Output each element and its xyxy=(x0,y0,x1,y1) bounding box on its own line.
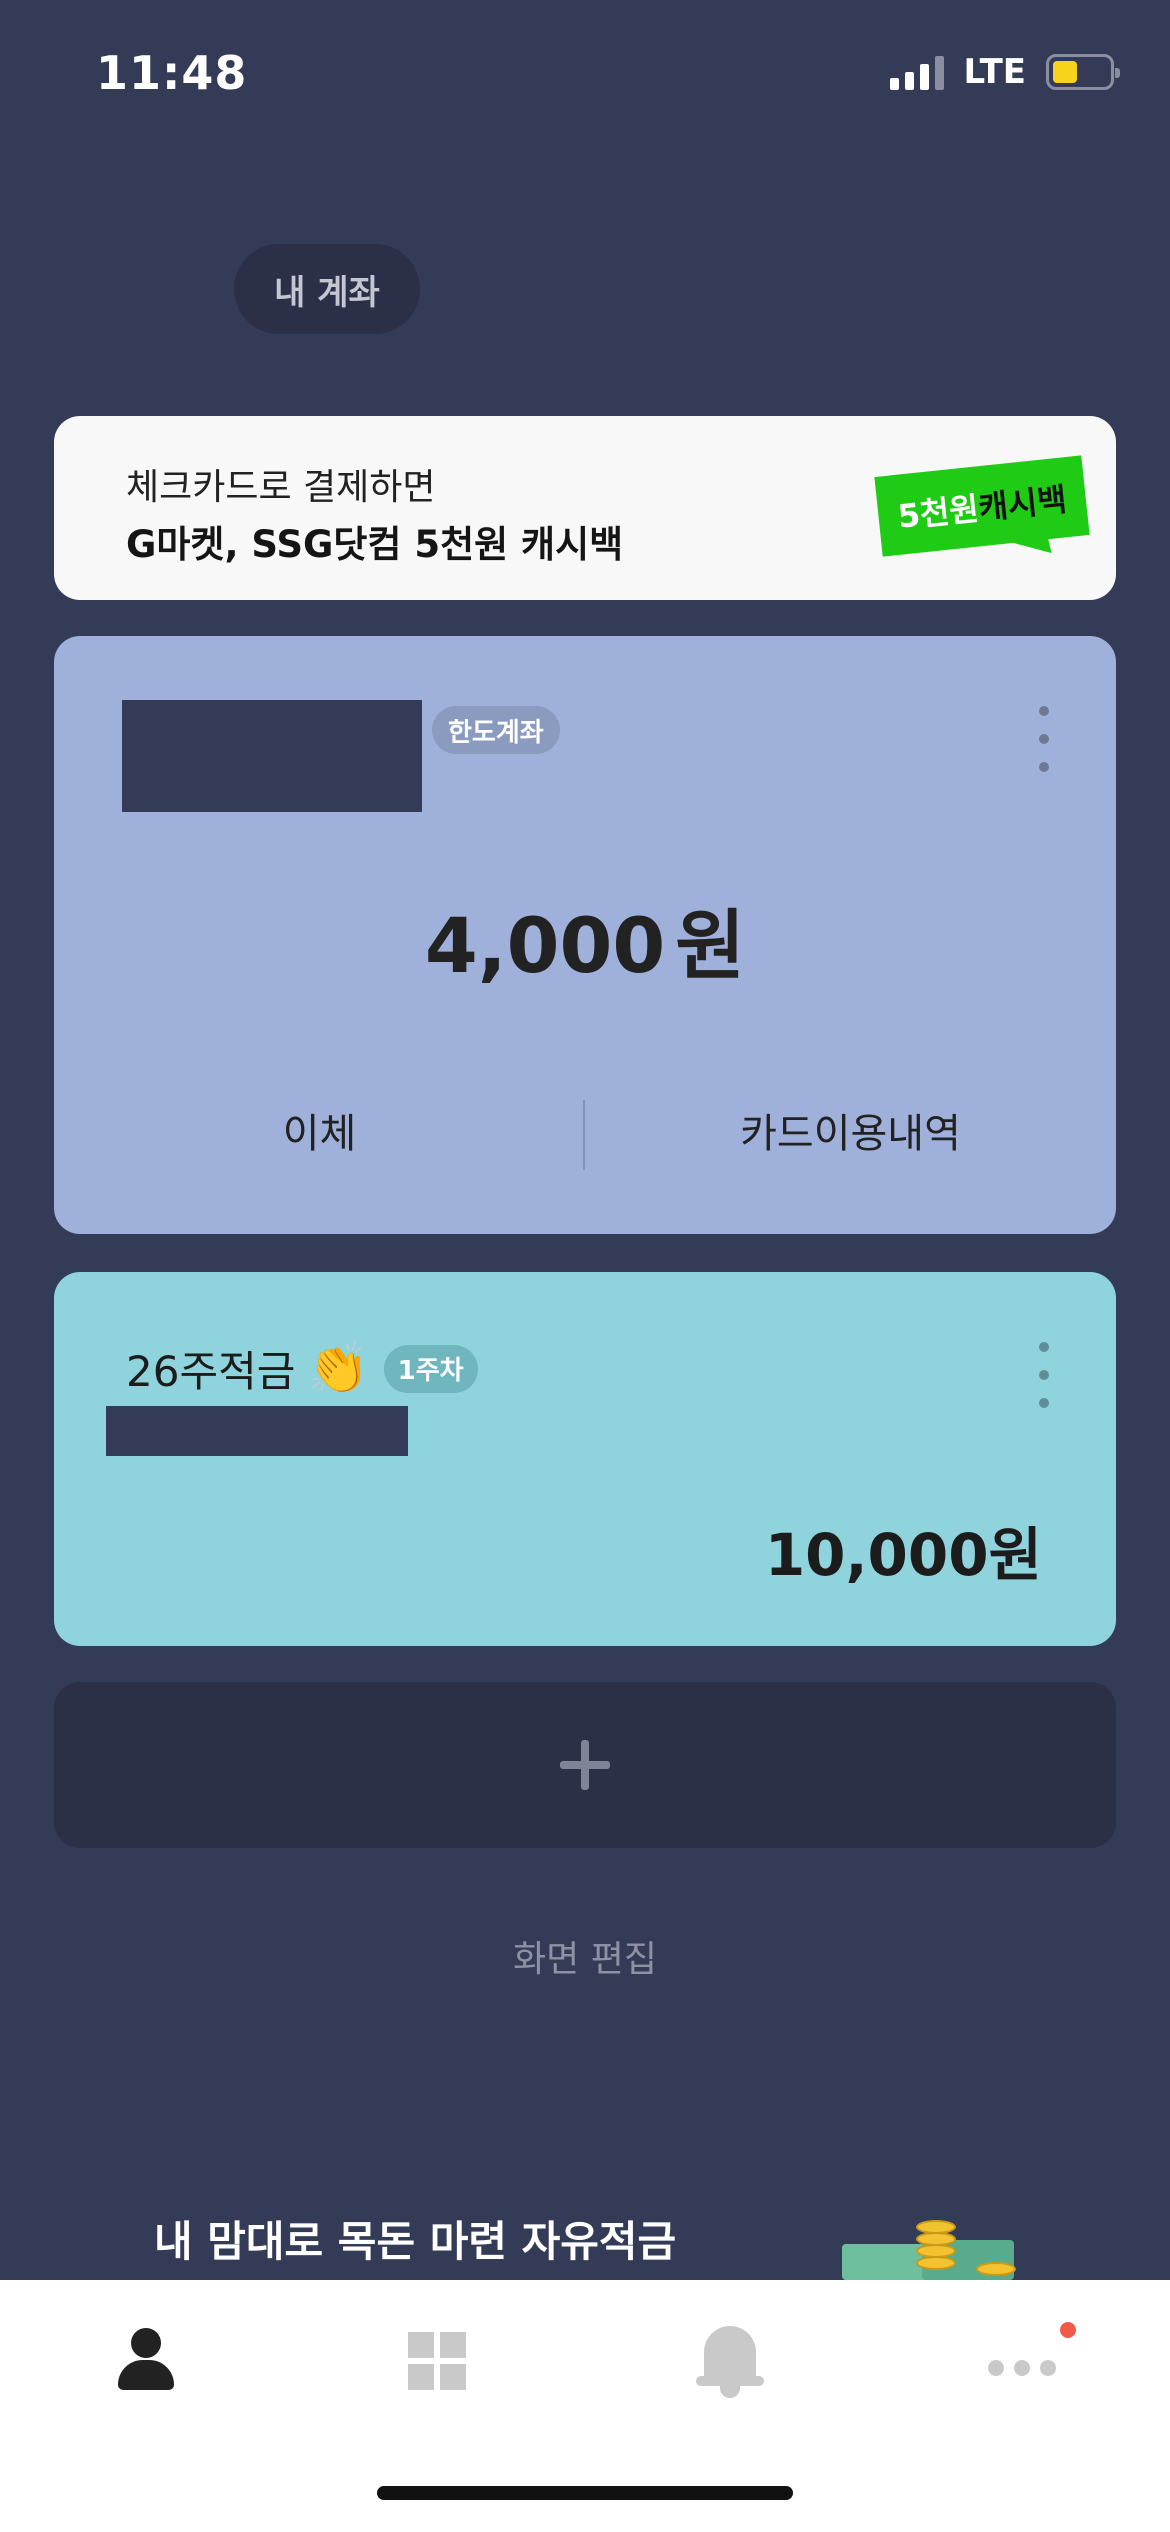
savings-menu-button[interactable] xyxy=(1034,1342,1054,1408)
actions-divider xyxy=(583,1100,585,1170)
money-illustration xyxy=(842,2218,1022,2280)
promo-amount: 5천원 xyxy=(895,489,981,536)
status-indicators: LTE xyxy=(889,52,1120,92)
notification-dot-icon xyxy=(1060,2322,1076,2338)
screen: 11:48 LTE 내 계좌 체크카드로 결제하면 G마켓, SSG닷컴 5천원… xyxy=(0,0,1170,2532)
home-indicator[interactable] xyxy=(377,2486,793,2500)
clap-icon: 👏 xyxy=(307,1339,370,1397)
edit-screen-link[interactable]: 화면 편집 xyxy=(0,1930,1170,1982)
card-history-button[interactable]: 카드이용내역 xyxy=(585,1098,1116,1170)
balance-currency: 원 xyxy=(675,901,746,990)
redacted-account-name xyxy=(122,700,422,812)
account-menu-button[interactable] xyxy=(1034,706,1054,772)
banner-subtitle: 체크카드로 결제하면 xyxy=(126,467,436,508)
signal-icon xyxy=(889,54,944,90)
network-label: LTE xyxy=(963,52,1026,92)
tab-my-accounts[interactable] xyxy=(106,2322,186,2402)
cashback-banner[interactable]: 체크카드로 결제하면 G마켓, SSG닷컴 5천원 캐시백 5천원 캐시백 xyxy=(54,416,1116,600)
account-actions: 이체 카드이용내역 xyxy=(54,1098,1116,1170)
banner-title: G마켓, SSG닷컴 5천원 캐시백 xyxy=(126,523,624,566)
account-type-badge: 한도계좌 xyxy=(432,706,560,754)
status-time: 11:48 xyxy=(96,46,248,100)
savings-promo-title[interactable]: 내 맘대로 목돈 마련 자유적금 xyxy=(154,2208,676,2269)
account-balance: 4,000 원 xyxy=(54,884,1116,994)
week-badge: 1주차 xyxy=(383,1344,478,1393)
promo-text: 캐시백 xyxy=(976,480,1069,528)
add-account-button[interactable] xyxy=(54,1682,1116,1848)
limit-account-card[interactable]: 한도계좌 4,000 원 이체 카드이용내역 xyxy=(54,636,1116,1234)
balance-amount: 4,000 xyxy=(424,901,666,990)
transfer-button[interactable]: 이체 xyxy=(54,1098,585,1170)
tab-products[interactable] xyxy=(398,2322,478,2402)
redacted-account-number xyxy=(106,1406,408,1456)
cashback-promo-badge: 5천원 캐시백 xyxy=(874,455,1090,568)
savings-title-row: 26주적금 👏 1주차 xyxy=(126,1338,478,1399)
savings-card[interactable]: 26주적금 👏 1주차 10,000원 xyxy=(54,1272,1116,1646)
plus-icon xyxy=(560,1740,610,1790)
savings-balance: 10,000원 xyxy=(764,1521,1042,1589)
tab-more[interactable] xyxy=(982,2322,1076,2402)
battery-icon xyxy=(1046,54,1120,90)
my-accounts-chip[interactable]: 내 계좌 xyxy=(234,244,420,334)
savings-title: 26주적금 xyxy=(126,1347,296,1396)
tab-notifications[interactable] xyxy=(690,2322,770,2402)
